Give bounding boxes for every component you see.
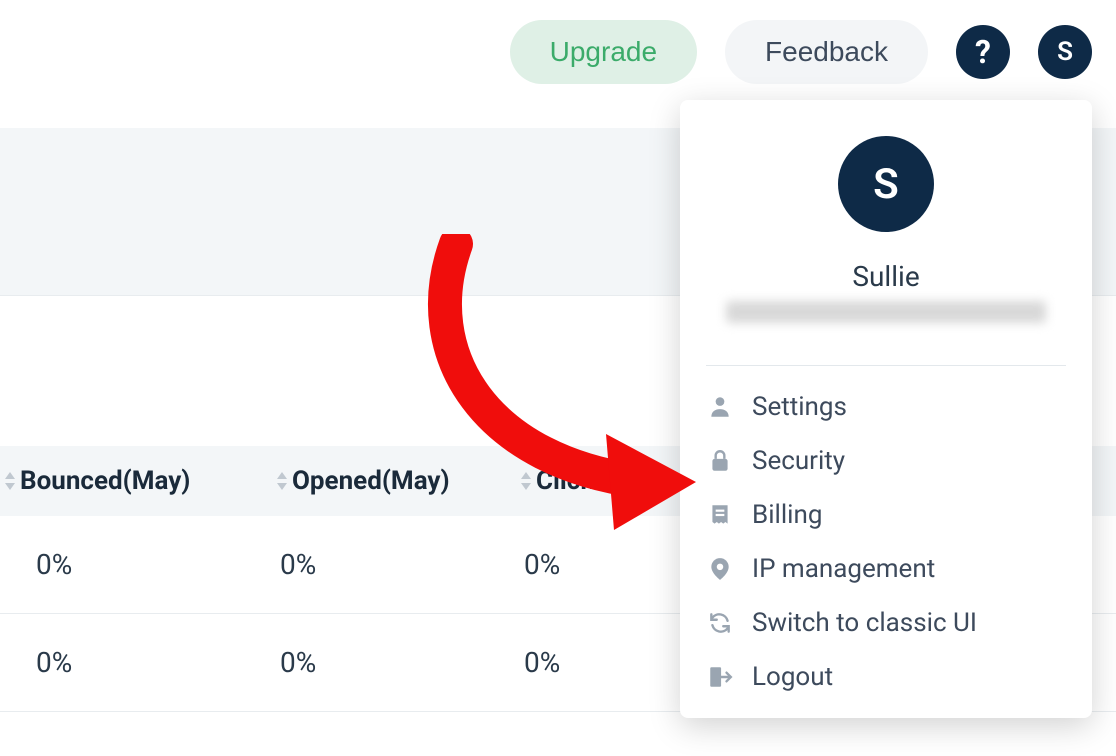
dropdown-divider [706, 365, 1066, 366]
feedback-button[interactable]: Feedback [725, 20, 928, 84]
column-clicked[interactable]: Click [520, 466, 594, 496]
column-label: Click [536, 466, 594, 496]
menu-item-security[interactable]: Security [680, 434, 1092, 488]
user-icon [706, 393, 734, 421]
menu-item-ip-management[interactable]: IP management [680, 542, 1092, 596]
column-label: Bounced(May) [20, 466, 190, 496]
menu-label: Security [752, 446, 845, 476]
column-label: Opened(May) [292, 466, 450, 496]
profile-avatar-initial: S [873, 160, 899, 209]
cell-bounced: 0% [36, 548, 72, 581]
help-icon: ? [975, 33, 991, 71]
menu-item-switch-ui[interactable]: Switch to classic UI [680, 596, 1092, 650]
cell-bounced: 0% [36, 646, 72, 679]
menu-item-settings[interactable]: Settings [680, 380, 1092, 434]
menu-label: IP management [752, 554, 935, 584]
menu-label: Logout [752, 662, 833, 692]
topbar: Upgrade Feedback ? S [0, 0, 1116, 104]
menu-label: Settings [752, 392, 847, 422]
cell-opened: 0% [280, 548, 316, 581]
cell-opened: 0% [280, 646, 316, 679]
avatar-button[interactable]: S [1038, 25, 1092, 79]
profile-avatar: S [838, 136, 934, 232]
column-bounced[interactable]: Bounced(May) [4, 466, 190, 496]
menu-item-billing[interactable]: Billing [680, 488, 1092, 542]
location-pin-icon [706, 555, 734, 583]
refresh-icon [706, 609, 734, 637]
sort-icon [4, 472, 16, 490]
logout-icon [706, 663, 734, 691]
column-opened[interactable]: Opened(May) [276, 466, 450, 496]
lock-icon [706, 447, 734, 475]
profile-email-blurred [726, 301, 1046, 323]
dropdown-profile: S Sullie [680, 100, 1092, 357]
receipt-icon [706, 501, 734, 529]
sort-icon [520, 472, 532, 490]
menu-label: Switch to classic UI [752, 608, 977, 638]
help-button[interactable]: ? [956, 25, 1010, 79]
sort-icon [276, 472, 288, 490]
menu-label: Billing [752, 500, 822, 530]
upgrade-button[interactable]: Upgrade [510, 20, 697, 84]
profile-name: Sullie [852, 260, 919, 293]
avatar-initial: S [1057, 37, 1073, 67]
user-dropdown: S Sullie Settings Security Billing IP ma… [680, 100, 1092, 718]
menu-item-logout[interactable]: Logout [680, 650, 1092, 704]
cell-clicked: 0% [524, 548, 560, 581]
cell-clicked: 0% [524, 646, 560, 679]
